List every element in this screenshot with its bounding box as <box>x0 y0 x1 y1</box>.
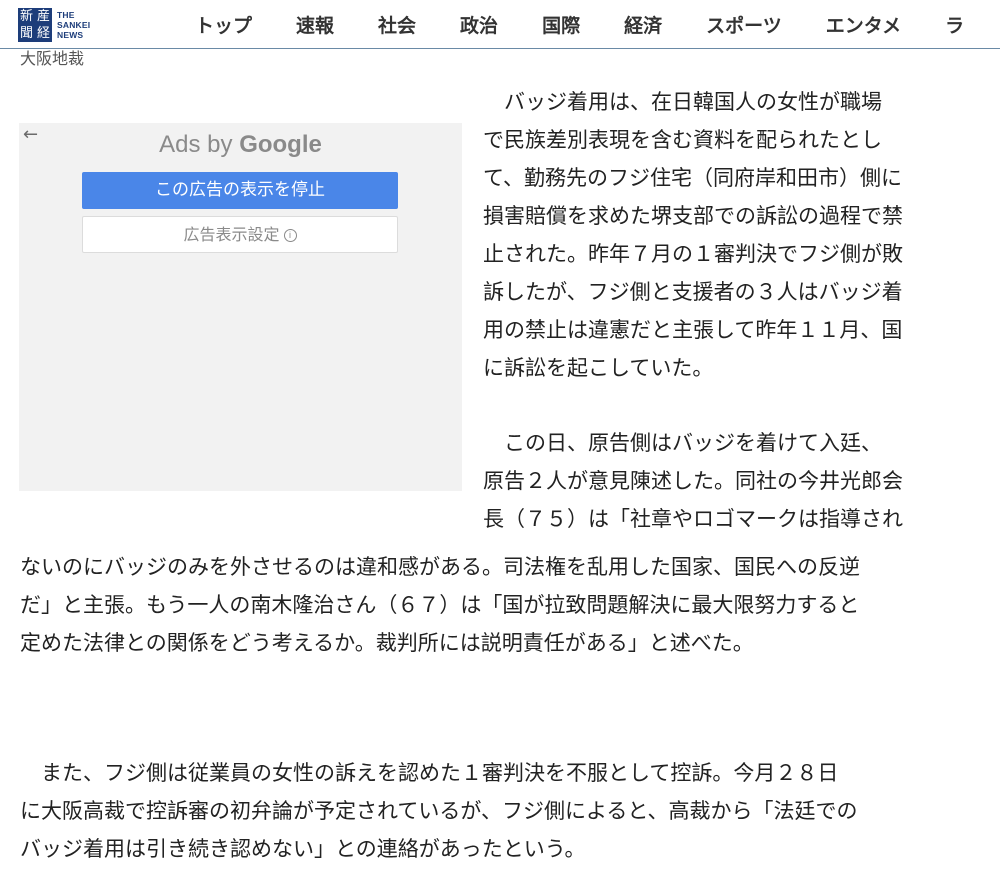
text-line: バッジ着用は、在日韓国人の女性が職場 <box>483 90 882 114</box>
logo-char: 聞 <box>19 26 33 41</box>
nav-item-international[interactable]: 国際 <box>542 11 580 38</box>
text-line: だ」と主張。もう一人の南木隆治さん（６７）は「国が拉致問題解決に最大限努力すると <box>20 593 860 617</box>
stop-ad-button[interactable]: この広告の表示を停止 <box>82 172 398 209</box>
text-line: に訴訟を起こしていた。 <box>483 356 714 380</box>
text-line: 止された。昨年７月の１審判決でフジ側が敗 <box>483 242 903 266</box>
text-line: バッジ着用は引き続き認めない」との連絡があったという。 <box>20 837 586 861</box>
dateline-caption: 大阪地裁 <box>20 49 85 67</box>
google-wordmark: Google <box>239 131 322 158</box>
text-line: 定めた法律との関係をどう考えるか。裁判所には説明責任がある」と述べた。 <box>20 631 754 655</box>
nav-item-economy[interactable]: 経済 <box>624 11 662 38</box>
ad-settings-label: 広告表示設定 <box>183 225 280 244</box>
text-line: ないのにバッジのみを外させるのは違和感がある。司法権を乱用した国家、国民への反逆 <box>20 555 860 579</box>
logo-char: 新 <box>19 9 33 24</box>
nav-item-top[interactable]: トップ <box>195 11 252 38</box>
sankei-logo[interactable]: 新 産 聞 経 THE SANKEI NEWS <box>18 6 90 44</box>
logo-text-line: NEWS <box>57 30 84 40</box>
nav-item-sports[interactable]: スポーツ <box>706 11 782 38</box>
text-line: に大阪高裁で控訴審の初弁論が予定されているが、フジ側によると、高裁から「法廷での <box>20 799 858 823</box>
ads-by-label: Ads by <box>159 131 233 158</box>
article-paragraph-2-top: この日、原告側はバッジを着けて入廷、 原告２人が意見陳述した。同社の今井光郎会 … <box>483 424 965 538</box>
article-paragraph-1: バッジ着用は、在日韓国人の女性が職場 で民族差別表現を含む資料を配られたとし て… <box>483 83 965 387</box>
logo-mark: 新 産 聞 経 <box>18 8 52 42</box>
nav-item-politics[interactable]: 政治 <box>460 11 498 38</box>
site-header: 新 産 聞 経 THE SANKEI NEWS トップ 速報 社会 政治 国際 … <box>0 0 1000 49</box>
nav-item-entertainment[interactable]: エンタメ <box>826 11 901 38</box>
ads-by-google-title: Ads by Google <box>19 131 462 159</box>
text-line: 用の禁止は違憲だと主張して昨年１１月、国 <box>483 318 903 342</box>
nav-item-breaking[interactable]: 速報 <box>296 11 334 38</box>
logo-wordmark: THE SANKEI NEWS <box>57 10 90 40</box>
logo-char: 経 <box>36 26 50 41</box>
text-line: て、勤務先のフジ住宅（同府岸和田市）側に <box>483 166 902 190</box>
text-line: で民族差別表現を含む資料を配られたとし <box>483 128 882 152</box>
text-line: 原告２人が意見陳述した。同社の今井光郎会 <box>483 469 903 493</box>
logo-char: 産 <box>36 9 50 24</box>
article-paragraph-3: また、フジ側は従業員の女性の訴えを認めた１審判決を不服として控訴。今月２８日 に… <box>20 754 982 868</box>
text-line: 損害賠償を求めた堺支部での訴訟の過程で禁 <box>483 204 903 228</box>
text-line: また、フジ側は従業員の女性の訴えを認めた１審判決を不服として控訴。今月２８日 <box>20 761 839 785</box>
logo-text-line: THE <box>57 10 75 20</box>
ad-settings-button[interactable]: 広告表示設定 i <box>82 216 398 253</box>
info-icon: i <box>283 229 297 242</box>
logo-text-line: SANKEI <box>57 20 91 30</box>
nav-item-society[interactable]: 社会 <box>378 11 416 38</box>
text-line: 訴したが、フジ側と支援者の３人はバッジ着 <box>483 280 903 304</box>
text-line: 長（７５）は「社章やロゴマークは指導され <box>483 507 903 531</box>
text-line: この日、原告側はバッジを着けて入廷、 <box>483 431 882 455</box>
nav-item-more[interactable]: ラ <box>945 11 964 38</box>
main-nav: トップ 速報 社会 政治 国際 経済 スポーツ エンタメ ラ <box>195 0 1000 48</box>
article-paragraph-2-bottom: ないのにバッジのみを外させるのは違和感がある。司法権を乱用した国家、国民への反逆… <box>20 548 982 662</box>
google-ad-panel: ← Ads by Google この広告の表示を停止 広告表示設定 i <box>19 123 462 491</box>
